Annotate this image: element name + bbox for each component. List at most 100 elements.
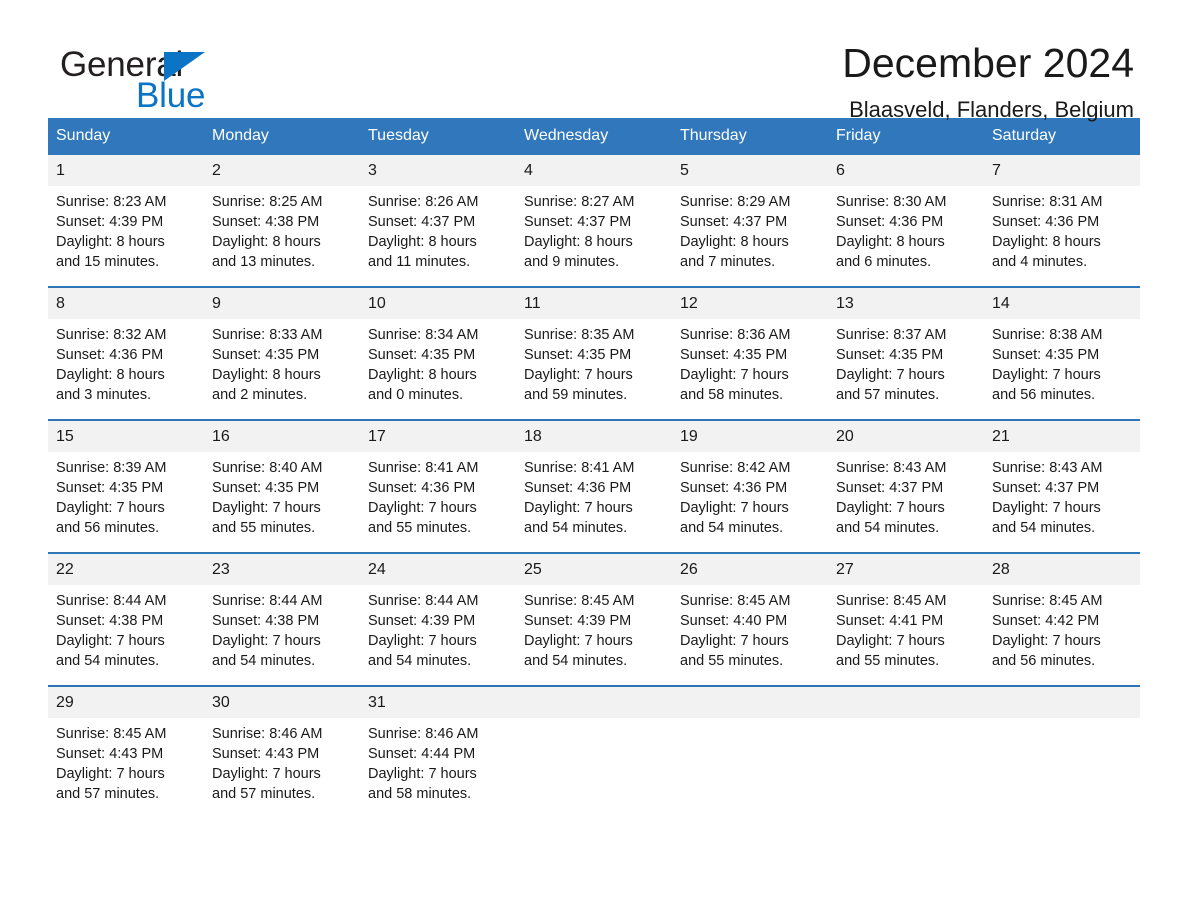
day-details: Sunrise: 8:45 AM Sunset: 4:42 PM Dayligh…: [984, 585, 1140, 685]
day-cell[interactable]: 7 Sunrise: 8:31 AM Sunset: 4:36 PM Dayli…: [984, 155, 1140, 287]
day-details: Sunrise: 8:43 AM Sunset: 4:37 PM Dayligh…: [984, 452, 1140, 552]
day-cell[interactable]: 24 Sunrise: 8:44 AM Sunset: 4:39 PM Dayl…: [360, 552, 516, 686]
day-cell[interactable]: 12 Sunrise: 8:36 AM Sunset: 4:35 PM Dayl…: [672, 286, 828, 420]
day-cell-empty: [672, 685, 828, 818]
day-details: Sunrise: 8:46 AM Sunset: 4:43 PM Dayligh…: [204, 718, 360, 818]
daylight-text-line2: and 55 minutes.: [368, 520, 472, 536]
sunset-text: Sunset: 4:36 PM: [56, 347, 164, 363]
sunset-text: Sunset: 4:41 PM: [836, 613, 944, 629]
daylight-text-line2: and 54 minutes.: [524, 653, 628, 669]
sunset-text: Sunset: 4:36 PM: [368, 480, 476, 496]
day-cell[interactable]: 13 Sunrise: 8:37 AM Sunset: 4:35 PM Dayl…: [828, 286, 984, 420]
day-cell-empty: [984, 685, 1140, 818]
sunrise-text: Sunrise: 8:41 AM: [368, 460, 479, 476]
day-cell[interactable]: 4 Sunrise: 8:27 AM Sunset: 4:37 PM Dayli…: [516, 155, 672, 287]
day-number: 31: [360, 687, 516, 718]
sunrise-text: Sunrise: 8:39 AM: [56, 460, 167, 476]
daylight-text-line1: Daylight: 7 hours: [368, 633, 477, 649]
day-cell[interactable]: 2 Sunrise: 8:25 AM Sunset: 4:38 PM Dayli…: [204, 155, 360, 287]
day-details: Sunrise: 8:27 AM Sunset: 4:37 PM Dayligh…: [516, 186, 672, 286]
day-cell[interactable]: 18 Sunrise: 8:41 AM Sunset: 4:36 PM Dayl…: [516, 419, 672, 553]
daylight-text-line1: Daylight: 7 hours: [212, 766, 321, 782]
day-number: 11: [516, 288, 672, 319]
day-number: 17: [360, 421, 516, 452]
sunset-text: Sunset: 4:39 PM: [368, 613, 476, 629]
day-details: [672, 718, 828, 804]
day-details: Sunrise: 8:34 AM Sunset: 4:35 PM Dayligh…: [360, 319, 516, 419]
daylight-text-line1: Daylight: 7 hours: [212, 500, 321, 516]
sunrise-text: Sunrise: 8:45 AM: [992, 593, 1103, 609]
sunset-text: Sunset: 4:35 PM: [680, 347, 788, 363]
calendar-body: 1 Sunrise: 8:23 AM Sunset: 4:39 PM Dayli…: [48, 155, 1140, 818]
sunrise-text: Sunrise: 8:41 AM: [524, 460, 635, 476]
daylight-text-line2: and 54 minutes.: [56, 653, 160, 669]
daylight-text-line1: Daylight: 7 hours: [368, 766, 477, 782]
sunrise-text: Sunrise: 8:45 AM: [524, 593, 635, 609]
daylight-text-line1: Daylight: 8 hours: [368, 234, 477, 250]
day-cell[interactable]: 11 Sunrise: 8:35 AM Sunset: 4:35 PM Dayl…: [516, 286, 672, 420]
day-cell[interactable]: 9 Sunrise: 8:33 AM Sunset: 4:35 PM Dayli…: [204, 286, 360, 420]
sunset-text: Sunset: 4:43 PM: [56, 746, 164, 762]
sunset-text: Sunset: 4:36 PM: [992, 214, 1100, 230]
sunrise-text: Sunrise: 8:29 AM: [680, 194, 791, 210]
logo-text-blue: Blue: [136, 76, 206, 115]
daylight-text-line1: Daylight: 8 hours: [212, 367, 321, 383]
daylight-text-line2: and 54 minutes.: [524, 520, 628, 536]
daylight-text-line2: and 13 minutes.: [212, 254, 316, 270]
sunset-text: Sunset: 4:36 PM: [680, 480, 788, 496]
day-cell[interactable]: 15 Sunrise: 8:39 AM Sunset: 4:35 PM Dayl…: [48, 419, 204, 553]
day-cell[interactable]: 31 Sunrise: 8:46 AM Sunset: 4:44 PM Dayl…: [360, 685, 516, 818]
day-details: Sunrise: 8:44 AM Sunset: 4:39 PM Dayligh…: [360, 585, 516, 685]
daylight-text-line2: and 0 minutes.: [368, 387, 464, 403]
day-cell[interactable]: 25 Sunrise: 8:45 AM Sunset: 4:39 PM Dayl…: [516, 552, 672, 686]
daylight-text-line1: Daylight: 7 hours: [992, 633, 1101, 649]
day-cell[interactable]: 23 Sunrise: 8:44 AM Sunset: 4:38 PM Dayl…: [204, 552, 360, 686]
day-cell[interactable]: 21 Sunrise: 8:43 AM Sunset: 4:37 PM Dayl…: [984, 419, 1140, 553]
day-number: 23: [204, 554, 360, 585]
day-cell[interactable]: 19 Sunrise: 8:42 AM Sunset: 4:36 PM Dayl…: [672, 419, 828, 553]
day-cell[interactable]: 29 Sunrise: 8:45 AM Sunset: 4:43 PM Dayl…: [48, 685, 204, 818]
day-details: [516, 718, 672, 804]
day-cell[interactable]: 5 Sunrise: 8:29 AM Sunset: 4:37 PM Dayli…: [672, 155, 828, 287]
day-cell[interactable]: 8 Sunrise: 8:32 AM Sunset: 4:36 PM Dayli…: [48, 286, 204, 420]
day-number: [516, 687, 672, 718]
day-cell[interactable]: 20 Sunrise: 8:43 AM Sunset: 4:37 PM Dayl…: [828, 419, 984, 553]
day-cell[interactable]: 1 Sunrise: 8:23 AM Sunset: 4:39 PM Dayli…: [48, 155, 204, 287]
day-number: 1: [48, 155, 204, 186]
daylight-text-line2: and 54 minutes.: [680, 520, 784, 536]
day-cell[interactable]: 6 Sunrise: 8:30 AM Sunset: 4:36 PM Dayli…: [828, 155, 984, 287]
general-blue-logo[interactable]: General Blue: [58, 45, 358, 117]
day-details: Sunrise: 8:45 AM Sunset: 4:41 PM Dayligh…: [828, 585, 984, 685]
day-cell[interactable]: 22 Sunrise: 8:44 AM Sunset: 4:38 PM Dayl…: [48, 552, 204, 686]
day-cell[interactable]: 26 Sunrise: 8:45 AM Sunset: 4:40 PM Dayl…: [672, 552, 828, 686]
daylight-text-line2: and 6 minutes.: [836, 254, 932, 270]
day-cell[interactable]: 30 Sunrise: 8:46 AM Sunset: 4:43 PM Dayl…: [204, 685, 360, 818]
day-number: 22: [48, 554, 204, 585]
day-cell[interactable]: 14 Sunrise: 8:38 AM Sunset: 4:35 PM Dayl…: [984, 286, 1140, 420]
day-cell[interactable]: 10 Sunrise: 8:34 AM Sunset: 4:35 PM Dayl…: [360, 286, 516, 420]
day-details: Sunrise: 8:26 AM Sunset: 4:37 PM Dayligh…: [360, 186, 516, 286]
day-cell[interactable]: 27 Sunrise: 8:45 AM Sunset: 4:41 PM Dayl…: [828, 552, 984, 686]
sunrise-text: Sunrise: 8:40 AM: [212, 460, 323, 476]
daylight-text-line1: Daylight: 7 hours: [524, 500, 633, 516]
daylight-text-line2: and 57 minutes.: [56, 786, 160, 802]
sunset-text: Sunset: 4:37 PM: [368, 214, 476, 230]
sunrise-text: Sunrise: 8:36 AM: [680, 327, 791, 343]
daylight-text-line2: and 58 minutes.: [368, 786, 472, 802]
day-cell[interactable]: 17 Sunrise: 8:41 AM Sunset: 4:36 PM Dayl…: [360, 419, 516, 553]
sunrise-text: Sunrise: 8:46 AM: [212, 726, 323, 742]
daylight-text-line2: and 7 minutes.: [680, 254, 776, 270]
sunset-text: Sunset: 4:35 PM: [368, 347, 476, 363]
day-number: 15: [48, 421, 204, 452]
daylight-text-line1: Daylight: 7 hours: [56, 500, 165, 516]
daylight-text-line1: Daylight: 7 hours: [524, 633, 633, 649]
day-number: [672, 687, 828, 718]
day-cell[interactable]: 3 Sunrise: 8:26 AM Sunset: 4:37 PM Dayli…: [360, 155, 516, 287]
day-number: 26: [672, 554, 828, 585]
daylight-text-line1: Daylight: 7 hours: [56, 633, 165, 649]
day-number: 16: [204, 421, 360, 452]
sunrise-text: Sunrise: 8:45 AM: [56, 726, 167, 742]
sunrise-text: Sunrise: 8:44 AM: [368, 593, 479, 609]
day-cell[interactable]: 28 Sunrise: 8:45 AM Sunset: 4:42 PM Dayl…: [984, 552, 1140, 686]
day-cell[interactable]: 16 Sunrise: 8:40 AM Sunset: 4:35 PM Dayl…: [204, 419, 360, 553]
